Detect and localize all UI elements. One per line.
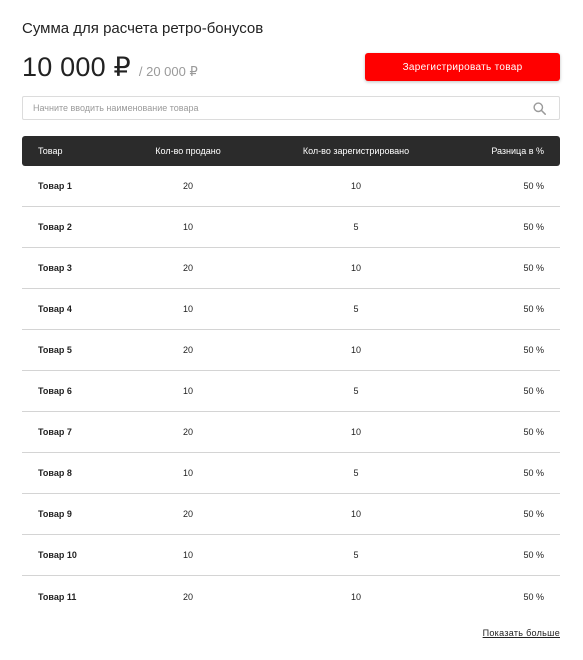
cell-sold: 10	[182, 222, 193, 232]
cell-difference: 50 %	[523, 427, 544, 437]
cell-sold: 10	[182, 386, 193, 396]
show-more-link[interactable]: Показать больше	[483, 628, 560, 638]
cell-sold: 10	[182, 468, 193, 478]
cell-product: Товар 4	[38, 304, 72, 314]
search-icon[interactable]	[529, 98, 549, 118]
cell-difference: 50 %	[523, 509, 544, 519]
cell-sold: 20	[182, 591, 193, 602]
table-row[interactable]: Товар 4 10 5 50 %	[22, 289, 560, 330]
cell-registered: 5	[353, 550, 359, 560]
cell-difference: 50 %	[523, 386, 544, 396]
cell-registered: 5	[353, 386, 359, 396]
cell-product: Товар 6	[38, 386, 72, 396]
cell-difference: 50 %	[523, 468, 544, 478]
table-row[interactable]: Товар 5 20 10 50 %	[22, 330, 560, 371]
table-row[interactable]: Товар 1 20 10 50 %	[22, 166, 560, 207]
cell-registered: 5	[353, 304, 359, 314]
column-header-sold[interactable]: Кол-во продано	[152, 146, 224, 156]
cell-product: Товар 2	[38, 222, 72, 232]
column-header-difference[interactable]: Разница в %	[488, 146, 560, 156]
product-search-box	[22, 96, 560, 120]
cell-product: Товар 8	[38, 468, 72, 478]
table-row[interactable]: Товар 8 10 5 50 %	[22, 453, 560, 494]
column-header-product[interactable]: Товар	[22, 146, 152, 156]
cell-difference: 50 %	[523, 263, 544, 273]
table-row[interactable]: Товар 11 20 10 50 %	[22, 576, 560, 617]
cell-sold: 20	[182, 427, 193, 437]
cell-sold: 20	[182, 345, 193, 355]
cell-registered: 5	[353, 468, 359, 478]
products-table: Товар Кол-во продано Кол-во зарегистриро…	[22, 136, 560, 617]
cell-sold: 10	[182, 550, 193, 560]
cell-product: Товар 1	[38, 181, 72, 191]
bonus-amount-total: / 20 000 ₽	[138, 64, 198, 79]
page-title: Сумма для расчета ретро-бонусов	[22, 20, 264, 37]
cell-sold: 20	[182, 263, 193, 273]
cell-registered: 10	[350, 427, 361, 437]
cell-sold: 10	[182, 304, 193, 314]
cell-product: Товар 10	[38, 550, 77, 560]
cell-product: Товар 3	[38, 263, 72, 273]
register-product-button[interactable]: Зарегистрировать товар	[365, 53, 560, 81]
cell-product: Товар 9	[38, 509, 72, 519]
cell-difference: 50 %	[523, 345, 544, 355]
cell-registered: 5	[353, 222, 359, 232]
table-row[interactable]: Товар 7 20 10 50 %	[22, 412, 560, 453]
cell-sold: 20	[182, 509, 193, 519]
cell-registered: 10	[350, 263, 361, 273]
bonus-amount-summary: 10 000 ₽ / 20 000 ₽	[22, 52, 198, 83]
column-header-registered[interactable]: Кол-во зарегистрировано	[224, 146, 488, 156]
cell-product: Товар 5	[38, 345, 72, 355]
table-row[interactable]: Товар 2 10 5 50 %	[22, 207, 560, 248]
product-search-input[interactable]	[23, 97, 529, 119]
cell-difference: 50 %	[523, 591, 544, 602]
cell-difference: 50 %	[523, 304, 544, 314]
cell-sold: 20	[182, 181, 193, 191]
table-header: Товар Кол-во продано Кол-во зарегистриро…	[22, 136, 560, 166]
cell-product: Товар 7	[38, 427, 72, 437]
cell-product: Товар 11	[38, 591, 77, 602]
cell-registered: 10	[350, 591, 361, 602]
cell-difference: 50 %	[523, 181, 544, 191]
cell-registered: 10	[350, 181, 361, 191]
cell-registered: 10	[350, 509, 361, 519]
cell-registered: 10	[350, 345, 361, 355]
table-row[interactable]: Товар 9 20 10 50 %	[22, 494, 560, 535]
table-row[interactable]: Товар 10 10 5 50 %	[22, 535, 560, 576]
cell-difference: 50 %	[523, 222, 544, 232]
table-row[interactable]: Товар 3 20 10 50 %	[22, 248, 560, 289]
table-body: Товар 1 20 10 50 % Товар 2 10 5 50 % Товар 3 20 10…	[22, 166, 560, 617]
cell-difference: 50 %	[523, 550, 544, 560]
table-row[interactable]: Товар 6 10 5 50 %	[22, 371, 560, 412]
bonus-amount: 10 000 ₽	[22, 52, 131, 82]
